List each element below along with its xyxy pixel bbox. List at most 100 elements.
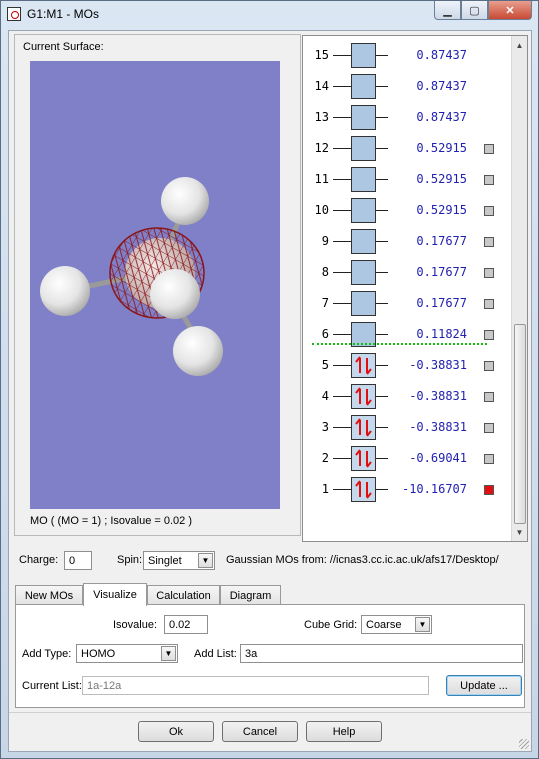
- electron-pair-icon: [355, 356, 372, 375]
- isovalue-label: Isovalue:: [113, 619, 158, 631]
- mo-level-line: [333, 334, 351, 335]
- mo-row[interactable]: 5 -0.38831: [303, 350, 511, 381]
- mo-visualize-checkbox[interactable]: [484, 330, 494, 340]
- mo-energy: -0.38831: [409, 358, 467, 372]
- virtual-orbital-box[interactable]: [351, 260, 376, 285]
- mo-energy: -0.38831: [409, 389, 467, 403]
- mo-row[interactable]: 12 0.52915: [303, 133, 511, 164]
- occupied-orbital-box[interactable]: [351, 415, 376, 440]
- dialog-client: Current Surface: MO ((MO = 1) ; Isovalu…: [8, 30, 532, 752]
- close-button[interactable]: ✕: [488, 1, 532, 20]
- tab-calculation[interactable]: Calculation: [147, 585, 220, 605]
- mo-row[interactable]: 2 -0.69041: [303, 443, 511, 474]
- mo-energy: 0.17677: [416, 296, 467, 310]
- mo-row[interactable]: 11 0.52915: [303, 164, 511, 195]
- maximize-button[interactable]: ▢: [461, 1, 488, 20]
- mo-row[interactable]: 13 0.87437: [303, 102, 511, 133]
- mo-level-line: [333, 86, 351, 87]
- virtual-orbital-box[interactable]: [351, 74, 376, 99]
- mo-visualize-checkbox[interactable]: [484, 423, 494, 433]
- title-bar[interactable]: G1:M1 - MOs ▁ ▢ ✕: [1, 1, 538, 27]
- current-list-field: 1a-12a: [82, 676, 429, 695]
- mo-energy: 0.87437: [416, 79, 467, 93]
- tab-bar: New MOs Visualize Calculation Diagram: [15, 583, 525, 606]
- mo-level-line: [333, 427, 351, 428]
- spin-value: Singlet: [148, 555, 182, 567]
- mo-row[interactable]: 10 0.52915: [303, 195, 511, 226]
- virtual-orbital-box[interactable]: [351, 229, 376, 254]
- mo-visualize-checkbox[interactable]: [484, 299, 494, 309]
- mo-visualize-checkbox[interactable]: [484, 361, 494, 371]
- mo-visualize-checkbox[interactable]: [484, 454, 494, 464]
- occupied-orbital-box[interactable]: [351, 446, 376, 471]
- help-button[interactable]: Help: [306, 721, 382, 742]
- minimize-button[interactable]: ▁: [434, 1, 461, 20]
- mo-level-line: [333, 241, 351, 242]
- occupied-orbital-box[interactable]: [351, 353, 376, 378]
- virtual-orbital-box[interactable]: [351, 291, 376, 316]
- spin-select[interactable]: Singlet ▼: [143, 551, 215, 570]
- virtual-orbital-box[interactable]: [351, 43, 376, 68]
- mo-visualize-checkbox[interactable]: [484, 175, 494, 185]
- mo-number: 6: [321, 327, 329, 341]
- mo-visualize-checkbox[interactable]: [484, 485, 494, 495]
- mo-row[interactable]: 3 -0.38831: [303, 412, 511, 443]
- scroll-thumb[interactable]: [514, 324, 526, 524]
- virtual-orbital-box[interactable]: [351, 105, 376, 130]
- mo-number: 11: [314, 172, 329, 186]
- mo-row[interactable]: 6 0.11824: [303, 319, 511, 350]
- occupied-orbital-box[interactable]: [351, 384, 376, 409]
- mo-energy: 0.52915: [416, 203, 467, 217]
- homo-lumo-divider: [312, 343, 487, 345]
- cube-grid-value: Coarse: [366, 619, 402, 631]
- mo-row[interactable]: 1 -10.16707: [303, 474, 511, 505]
- mo-visualize-checkbox[interactable]: [484, 206, 494, 216]
- mo-row[interactable]: 4 -0.38831: [303, 381, 511, 412]
- virtual-orbital-box[interactable]: [351, 136, 376, 161]
- spin-label: Spin:: [117, 554, 143, 566]
- mo-level-line: [333, 148, 351, 149]
- mo-row[interactable]: 9 0.17677: [303, 226, 511, 257]
- scroll-down-icon[interactable]: ▼: [514, 525, 525, 539]
- mo-list-scrollbar[interactable]: ▲ ▼: [511, 36, 527, 541]
- mo-visualize-checkbox[interactable]: [484, 144, 494, 154]
- mo-level-line: [333, 272, 351, 273]
- cube-grid-select[interactable]: Coarse ▼: [361, 615, 432, 634]
- mo-number: 8: [321, 265, 329, 279]
- virtual-orbital-box[interactable]: [351, 167, 376, 192]
- mo-visualize-checkbox[interactable]: [484, 392, 494, 402]
- electron-pair-icon: [355, 449, 372, 468]
- tab-diagram[interactable]: Diagram: [220, 585, 281, 605]
- chevron-down-icon: ▼: [415, 617, 430, 632]
- charge-field[interactable]: 0: [64, 551, 92, 570]
- window-title: G1:M1 - MOs: [27, 7, 100, 21]
- isovalue-field[interactable]: 0.02: [164, 615, 208, 634]
- mo-number: 15: [314, 48, 329, 62]
- add-type-select[interactable]: HOMO ▼: [76, 644, 178, 663]
- mo-number: 1: [321, 482, 329, 496]
- mo-row[interactable]: 8 0.17677: [303, 257, 511, 288]
- mo-row[interactable]: 15 0.87437: [303, 40, 511, 71]
- mo-visualize-checkbox[interactable]: [484, 268, 494, 278]
- scroll-up-icon[interactable]: ▲: [514, 38, 525, 52]
- cancel-button[interactable]: Cancel: [222, 721, 298, 742]
- molecule-viewer[interactable]: [30, 61, 280, 509]
- window-controls: ▁ ▢ ✕: [434, 1, 532, 20]
- mo-visualize-checkbox[interactable]: [484, 237, 494, 247]
- add-list-field[interactable]: 3a: [240, 644, 523, 663]
- virtual-orbital-box[interactable]: [351, 198, 376, 223]
- mo-number: 12: [314, 141, 329, 155]
- mo-row[interactable]: 14 0.87437: [303, 71, 511, 102]
- tab-new-mos[interactable]: New MOs: [15, 585, 83, 605]
- occupied-orbital-box[interactable]: [351, 477, 376, 502]
- update-button[interactable]: Update ...: [446, 675, 522, 696]
- add-type-value: HOMO: [81, 648, 116, 660]
- mo-level-line: [333, 303, 351, 304]
- mo-number: 10: [314, 203, 329, 217]
- mo-row[interactable]: 7 0.17677: [303, 288, 511, 319]
- mo-level-line: [333, 117, 351, 118]
- resize-grip-icon[interactable]: [519, 739, 529, 749]
- tab-visualize[interactable]: Visualize: [83, 583, 147, 606]
- mo-level-line: [333, 489, 351, 490]
- ok-button[interactable]: Ok: [138, 721, 214, 742]
